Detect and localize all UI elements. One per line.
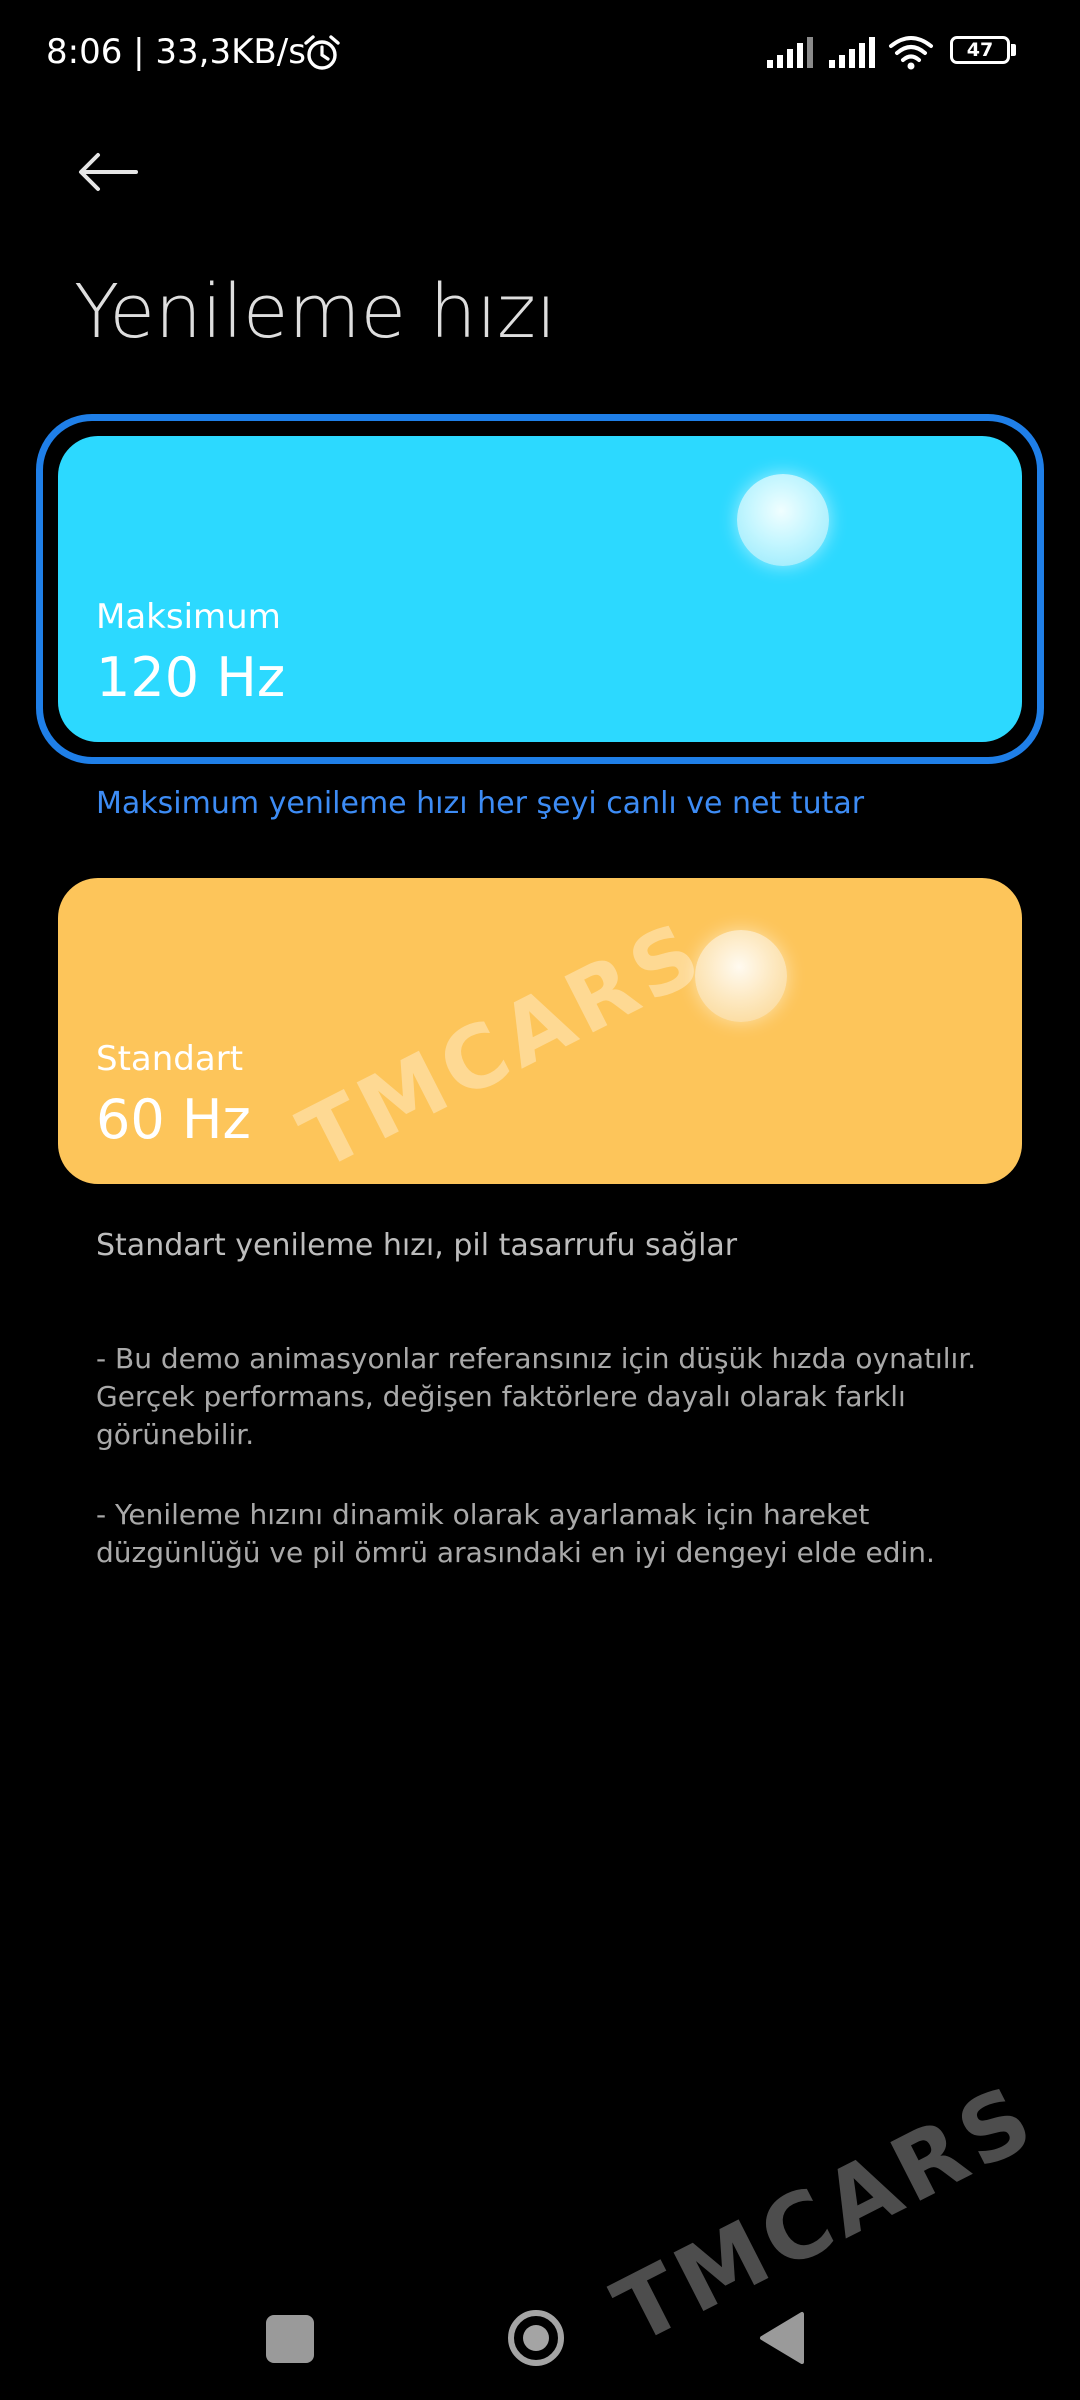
option-label: Standart: [96, 1039, 244, 1079]
home-circle-icon[interactable]: [506, 2308, 566, 2368]
back-triangle-icon[interactable]: [756, 2310, 806, 2366]
alarm-icon: [304, 35, 340, 70]
demo-animation-ball: [695, 930, 787, 1022]
option-card-maksimum[interactable]: Maksimum 120 Hz: [58, 436, 1022, 742]
info-note: - Yenileme hızını dinamik olarak ayarlam…: [96, 1498, 935, 1569]
battery-icon: 47: [950, 36, 1020, 68]
recents-square-icon[interactable]: [266, 2315, 314, 2363]
signal-icon: [829, 37, 875, 68]
option-refresh-rate-value: 60 Hz: [96, 1088, 251, 1151]
signal-icon: [767, 37, 813, 68]
option-card-standart[interactable]: Standart 60 Hz: [58, 878, 1022, 1184]
option-description-maksimum: Maksimum yenileme hızı her şeyi canlı ve…: [96, 786, 865, 821]
option-label: Maksimum: [96, 597, 281, 637]
back-button[interactable]: [62, 132, 154, 212]
page-title: Yenileme hızı: [74, 269, 557, 355]
arrow-left-icon: [79, 153, 138, 191]
wifi-icon: [889, 36, 933, 70]
status-time-speed: 8:06 | 33,3KB/s: [46, 32, 306, 72]
option-refresh-rate-value: 120 Hz: [96, 646, 286, 709]
navigation-bar: [0, 2270, 1080, 2400]
info-note: - Bu demo animasyonlar referansınız için…: [96, 1342, 977, 1451]
status-bar: 8:06 | 33,3KB/s 47: [0, 0, 1080, 110]
demo-animation-ball: [737, 474, 829, 566]
option-description-standart: Standart yenileme hızı, pil tasarrufu sa…: [96, 1228, 738, 1263]
battery-nub: [1011, 44, 1016, 56]
battery-level: 47: [966, 39, 994, 61]
